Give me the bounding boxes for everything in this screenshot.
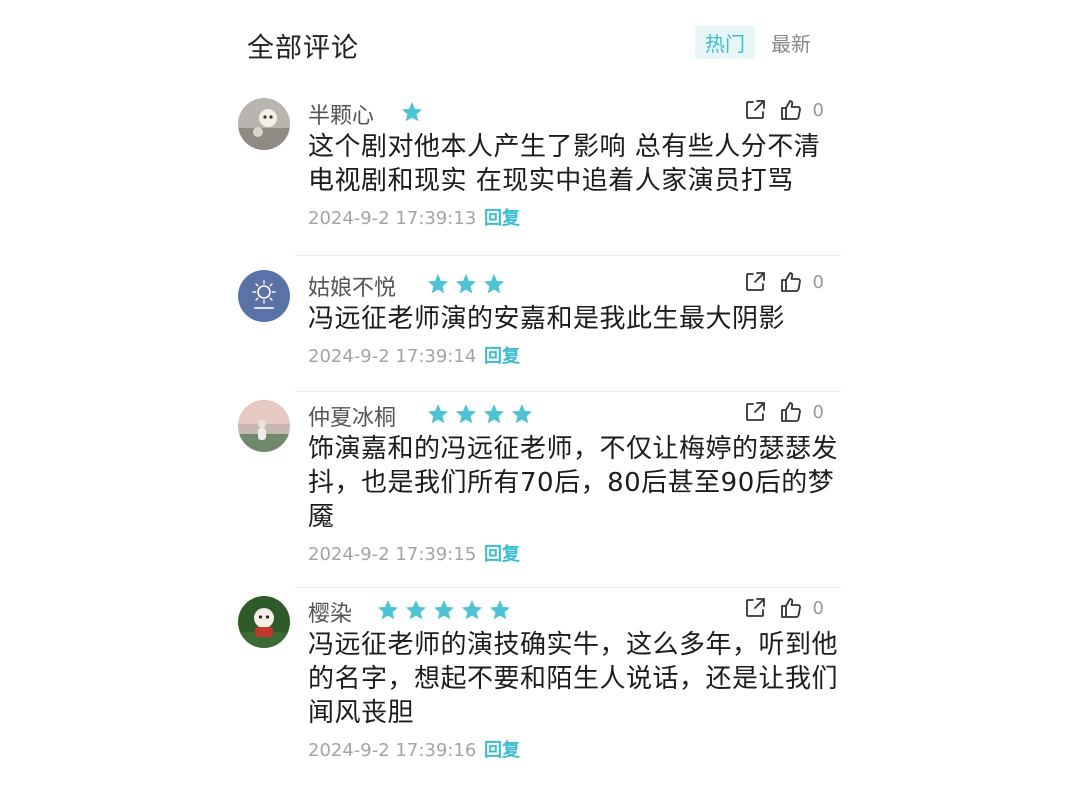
reply-button[interactable]: 回复: [484, 208, 520, 229]
comment-item: 樱染 0 冯远征老师的演技确实牛，这么多年，听到他的名字，想起不要和陌生人说话，…: [238, 592, 842, 782]
divider: [294, 391, 842, 392]
divider: [294, 587, 842, 588]
star-rating: [426, 402, 534, 426]
comment-text: 饰演嘉和的冯远征老师，不仅让梅婷的瑟瑟发抖，也是我们所有70后，80后甚至90后…: [308, 434, 839, 532]
reply-button[interactable]: 回复: [484, 740, 520, 761]
star-icon: [462, 600, 482, 620]
username[interactable]: 姑娘不悦: [308, 270, 396, 302]
star-rating: [426, 272, 506, 296]
comments-header: 全部评论 热门 最新: [247, 22, 841, 66]
comment-actions: 0: [743, 270, 824, 294]
reply-button[interactable]: 回复: [484, 544, 520, 565]
comment-meta: 2024-9-2 17:39:16 回复: [308, 736, 842, 762]
comment-actions: 0: [743, 596, 824, 620]
like-count: 0: [812, 401, 824, 423]
avatar[interactable]: [238, 596, 290, 648]
tab-latest[interactable]: 最新: [761, 26, 821, 59]
comment-actions: 0: [743, 400, 824, 424]
thumbs-up-icon[interactable]: [779, 270, 803, 294]
timestamp: 2024-9-2 17:39:15: [308, 544, 477, 565]
timestamp: 2024-9-2 17:39:14: [308, 346, 477, 367]
comment-item: 姑娘不悦 0 冯远征老师演的安嘉和是我此生最大阴影 2024-9-2 17:39…: [238, 266, 842, 396]
share-icon[interactable]: [743, 400, 767, 424]
comment-item: 半颗心 0 这个剧对他本人产生了影响 总有些人分不清电视剧和现实 在现实中追着人…: [238, 94, 842, 266]
star-icon: [512, 404, 532, 424]
section-title: 全部评论: [247, 33, 359, 64]
username[interactable]: 半颗心: [308, 98, 374, 130]
star-icon: [484, 274, 504, 294]
like-count: 0: [812, 597, 824, 619]
star-icon: [428, 404, 448, 424]
thumbs-up-icon[interactable]: [779, 400, 803, 424]
timestamp: 2024-9-2 17:39:13: [308, 208, 477, 229]
avatar[interactable]: [238, 98, 290, 150]
comment-meta: 2024-9-2 17:39:13 回复: [308, 204, 842, 230]
comment-item: 仲夏冰桐 0 饰演嘉和的冯远征老师，不仅让梅婷的瑟瑟发抖，也是我们所有70后，8…: [238, 396, 842, 592]
star-icon: [402, 102, 422, 122]
star-icon: [428, 274, 448, 294]
comment-meta: 2024-9-2 17:39:14 回复: [308, 342, 842, 368]
comment-text: 冯远征老师演的安嘉和是我此生最大阴影: [308, 304, 786, 334]
share-icon[interactable]: [743, 270, 767, 294]
thumbs-up-icon[interactable]: [779, 596, 803, 620]
sort-tabs: 热门 最新: [695, 26, 821, 59]
comment-text: 这个剧对他本人产生了影响 总有些人分不清电视剧和现实 在现实中追着人家演员打骂: [308, 132, 821, 196]
star-icon: [434, 600, 454, 620]
comment-meta: 2024-9-2 17:39:15 回复: [308, 540, 842, 566]
like-count: 0: [812, 99, 824, 121]
username[interactable]: 樱染: [308, 596, 352, 628]
share-icon[interactable]: [743, 596, 767, 620]
like-count: 0: [812, 271, 824, 293]
comment-text: 冯远征老师的演技确实牛，这么多年，听到他的名字，想起不要和陌生人说话，还是让我们…: [308, 630, 839, 728]
star-icon: [378, 600, 398, 620]
star-icon: [406, 600, 426, 620]
star-icon: [484, 404, 504, 424]
avatar[interactable]: [238, 270, 290, 322]
share-icon[interactable]: [743, 98, 767, 122]
tab-hot[interactable]: 热门: [695, 26, 755, 59]
star-rating: [400, 100, 424, 124]
username[interactable]: 仲夏冰桐: [308, 400, 396, 432]
star-icon: [490, 600, 510, 620]
reply-button[interactable]: 回复: [484, 346, 520, 367]
thumbs-up-icon[interactable]: [779, 98, 803, 122]
divider: [294, 255, 842, 256]
star-icon: [456, 404, 476, 424]
comment-list: 半颗心 0 这个剧对他本人产生了影响 总有些人分不清电视剧和现实 在现实中追着人…: [238, 94, 842, 782]
timestamp: 2024-9-2 17:39:16: [308, 740, 477, 761]
star-rating: [376, 598, 512, 622]
avatar[interactable]: [238, 400, 290, 452]
comment-actions: 0: [743, 98, 824, 122]
star-icon: [456, 274, 476, 294]
